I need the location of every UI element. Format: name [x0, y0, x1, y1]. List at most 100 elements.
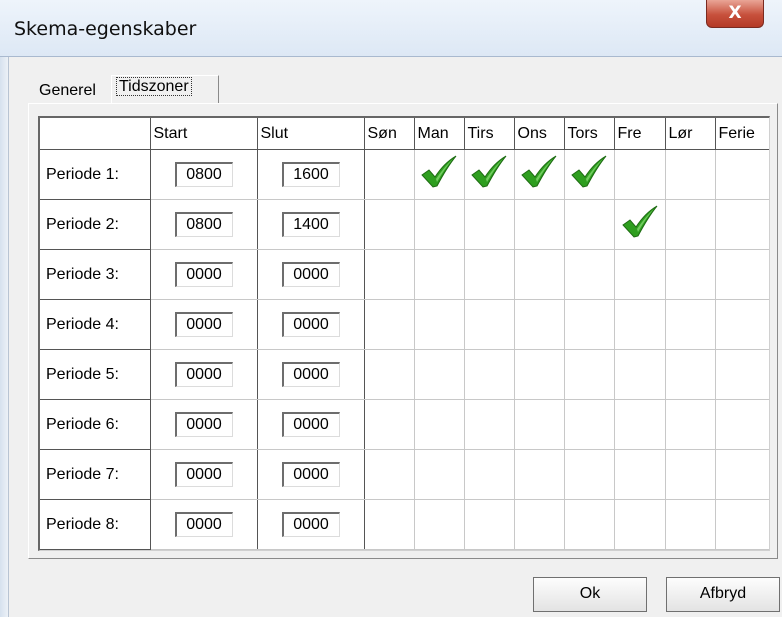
period-label: Periode 8: — [40, 499, 151, 550]
day-cell-ferie[interactable] — [715, 299, 769, 350]
day-cell-ons[interactable] — [514, 299, 565, 350]
slut-cell: 0000 — [257, 349, 365, 400]
day-cell-ferie[interactable] — [715, 399, 769, 450]
day-cell-ferie[interactable] — [715, 199, 769, 250]
period-label: Periode 3: — [40, 249, 151, 300]
slut-time-input[interactable]: 0000 — [281, 462, 340, 487]
day-cell-tors[interactable] — [564, 199, 615, 250]
day-cell-man[interactable] — [414, 149, 465, 200]
day-cell-lor[interactable] — [665, 249, 716, 300]
day-cell-son[interactable] — [364, 349, 415, 400]
window-title: Skema-egenskaber — [14, 18, 197, 40]
day-cell-son[interactable] — [364, 149, 415, 200]
slut-time-input[interactable]: 1400 — [281, 212, 340, 237]
day-cell-lor[interactable] — [665, 349, 716, 400]
tab-tidszoner-label: Tidszoner — [116, 77, 192, 96]
start-time-input[interactable]: 0000 — [174, 412, 233, 437]
day-cell-man[interactable] — [414, 299, 465, 350]
day-cell-ferie[interactable] — [715, 249, 769, 300]
slut-time-input[interactable]: 1600 — [281, 162, 340, 187]
day-cell-tors[interactable] — [564, 249, 615, 300]
slut-time-input[interactable]: 0000 — [281, 362, 340, 387]
day-cell-tirs[interactable] — [464, 349, 515, 400]
day-cell-fre[interactable] — [614, 499, 666, 550]
day-cell-fre[interactable] — [614, 349, 666, 400]
day-cell-man[interactable] — [414, 399, 465, 450]
day-cell-ferie[interactable] — [715, 349, 769, 400]
day-cell-fre[interactable] — [614, 399, 666, 450]
day-cell-ons[interactable] — [514, 249, 565, 300]
day-cell-tors[interactable] — [564, 399, 615, 450]
slut-time-input[interactable]: 0000 — [281, 412, 340, 437]
day-cell-ons[interactable] — [514, 199, 565, 250]
day-cell-lor[interactable] — [665, 449, 716, 500]
day-cell-tirs[interactable] — [464, 499, 515, 550]
day-cell-ons[interactable] — [514, 499, 565, 550]
day-cell-man[interactable] — [414, 199, 465, 250]
day-cell-man[interactable] — [414, 349, 465, 400]
column-header-tors: Tors — [564, 118, 615, 150]
start-time-input[interactable]: 0000 — [174, 262, 233, 287]
slut-time-input[interactable]: 0000 — [281, 312, 340, 337]
day-cell-son[interactable] — [364, 399, 415, 450]
day-cell-son[interactable] — [364, 449, 415, 500]
day-cell-lor[interactable] — [665, 199, 716, 250]
day-cell-tors[interactable] — [564, 349, 615, 400]
day-cell-fre[interactable] — [614, 299, 666, 350]
day-cell-man[interactable] — [414, 499, 465, 550]
day-cell-tors[interactable] — [564, 299, 615, 350]
day-cell-fre[interactable] — [614, 249, 666, 300]
tab-tidszoner[interactable]: Tidszoner — [111, 75, 219, 104]
period-label: Periode 5: — [40, 349, 151, 400]
slut-time-input[interactable]: 0000 — [281, 262, 340, 287]
day-cell-fre[interactable] — [614, 199, 666, 250]
day-cell-tirs[interactable] — [464, 399, 515, 450]
slut-cell: 0000 — [257, 249, 365, 300]
column-header-slut: Slut — [257, 118, 365, 150]
day-cell-lor[interactable] — [665, 399, 716, 450]
start-time-input[interactable]: 0000 — [174, 512, 233, 537]
day-cell-son[interactable] — [364, 199, 415, 250]
day-cell-ferie[interactable] — [715, 499, 769, 550]
start-time-input[interactable]: 0800 — [174, 162, 233, 187]
day-cell-son[interactable] — [364, 249, 415, 300]
day-cell-ons[interactable] — [514, 349, 565, 400]
slut-cell: 0000 — [257, 299, 365, 350]
day-cell-lor[interactable] — [665, 499, 716, 550]
tab-generel[interactable]: Generel — [28, 79, 110, 104]
day-cell-tors[interactable] — [564, 149, 615, 200]
day-cell-tirs[interactable] — [464, 249, 515, 300]
day-cell-son[interactable] — [364, 499, 415, 550]
day-cell-tirs[interactable] — [464, 449, 515, 500]
checkmark-icon — [571, 155, 607, 188]
day-cell-tirs[interactable] — [464, 199, 515, 250]
day-cell-ons[interactable] — [514, 149, 565, 200]
day-cell-tirs[interactable] — [464, 149, 515, 200]
start-time-input[interactable]: 0000 — [174, 312, 233, 337]
start-time-input[interactable]: 0000 — [174, 462, 233, 487]
day-cell-lor[interactable] — [665, 299, 716, 350]
day-cell-man[interactable] — [414, 449, 465, 500]
table-row: Periode 7: 0000 0000 — [40, 449, 769, 500]
slut-cell: 0000 — [257, 399, 365, 450]
day-cell-ferie[interactable] — [715, 449, 769, 500]
day-cell-son[interactable] — [364, 299, 415, 350]
ok-button[interactable]: Ok — [533, 577, 647, 612]
day-cell-tors[interactable] — [564, 449, 615, 500]
day-cell-ons[interactable] — [514, 449, 565, 500]
day-cell-ons[interactable] — [514, 399, 565, 450]
start-time-input[interactable]: 0000 — [174, 362, 233, 387]
day-cell-lor[interactable] — [665, 149, 716, 200]
day-cell-fre[interactable] — [614, 449, 666, 500]
day-cell-ferie[interactable] — [715, 149, 769, 200]
day-cell-tirs[interactable] — [464, 299, 515, 350]
slut-time-input[interactable]: 0000 — [281, 512, 340, 537]
cancel-button[interactable]: Afbryd — [666, 577, 780, 612]
start-time-input[interactable]: 0800 — [174, 212, 233, 237]
day-cell-tors[interactable] — [564, 499, 615, 550]
period-label: Periode 1: — [40, 149, 151, 200]
close-button[interactable]: X — [706, 0, 764, 28]
day-cell-man[interactable] — [414, 249, 465, 300]
day-cell-fre[interactable] — [614, 149, 666, 200]
table-row: Periode 5: 0000 0000 — [40, 349, 769, 400]
